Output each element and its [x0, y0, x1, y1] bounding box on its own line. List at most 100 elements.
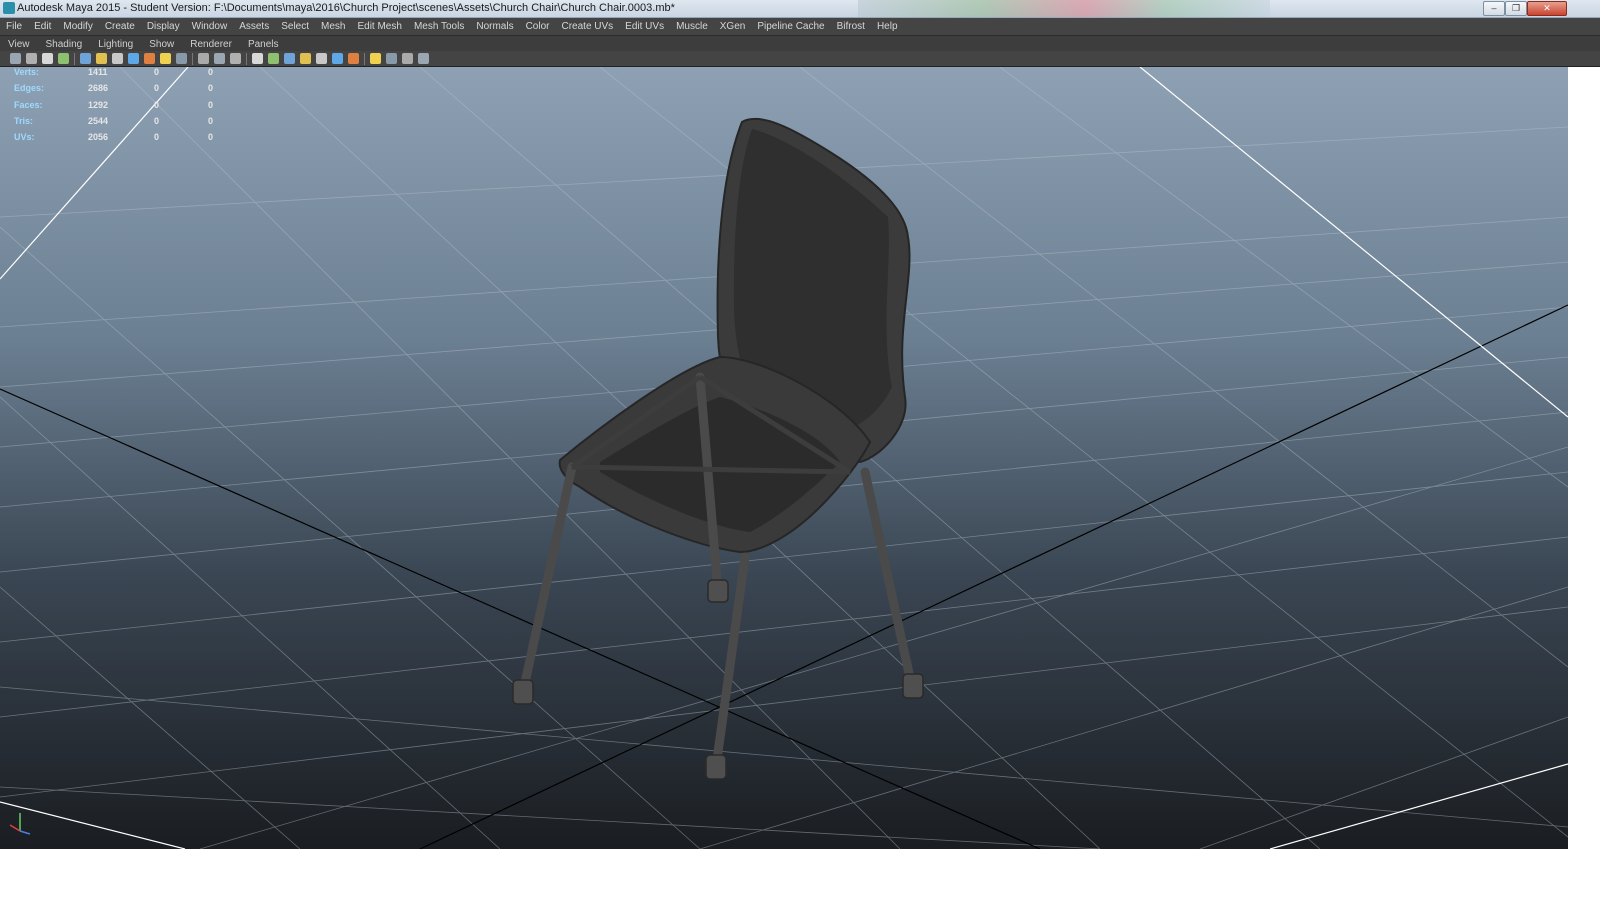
camera-icon[interactable]: [10, 53, 21, 64]
bookmark-icon[interactable]: [42, 53, 53, 64]
menu-item-create[interactable]: Create: [99, 21, 141, 32]
shadows-icon[interactable]: [284, 53, 295, 64]
hud-row: Verts: 1411 0 0: [14, 67, 234, 83]
toolbar-separator: [364, 52, 365, 65]
menu-item-create-uvs[interactable]: Create UVs: [555, 21, 619, 32]
film-gate-icon[interactable]: [96, 53, 107, 64]
hud-value: 0: [208, 115, 214, 126]
view-axis-gizmo: [9, 813, 31, 835]
anti-aliasing-icon[interactable]: [332, 53, 343, 64]
title-bar-background-decoration: [858, 0, 1270, 17]
hud-value: 2686: [88, 83, 109, 94]
menu-item-display[interactable]: Display: [141, 21, 186, 32]
panel-menu-show[interactable]: Show: [141, 39, 182, 50]
wireframe-icon[interactable]: [198, 53, 209, 64]
main-menu-bar: File Edit Modify Create Display Window Assets S…: [0, 18, 1600, 35]
menu-item-color[interactable]: Color: [520, 21, 556, 32]
hud-value: 2544: [88, 115, 109, 126]
menu-item-muscle[interactable]: Muscle: [670, 21, 714, 32]
z-axis-line: [419, 304, 1568, 849]
hud-value: 0: [208, 83, 214, 94]
panel-menu-lighting[interactable]: Lighting: [90, 39, 141, 50]
resolution-gate-icon[interactable]: [112, 53, 123, 64]
hud-label: Tris:: [14, 115, 34, 126]
toolbar-separator: [246, 52, 247, 65]
hud-value: 0: [208, 67, 214, 77]
x-axis-line: [0, 388, 1041, 849]
all-lights-icon[interactable]: [268, 53, 279, 64]
hud-value: 1292: [88, 99, 109, 110]
poly-count-hud: Verts: 1411 0 0 Edges: 2686 0 0 Faces: 1292 0 0 Tris…: [14, 67, 234, 148]
camera-frustum-line-right: [1139, 67, 1568, 418]
menu-item-bifrost[interactable]: Bifrost: [831, 21, 871, 32]
hud-value: 1411: [88, 67, 108, 77]
menu-item-help[interactable]: Help: [871, 21, 904, 32]
gate-mask-icon[interactable]: [128, 53, 139, 64]
menu-item-file[interactable]: File: [0, 21, 28, 32]
hud-row: Faces: 1292 0 0: [14, 100, 234, 116]
default-lighting-icon[interactable]: [252, 53, 263, 64]
grid-icon[interactable]: [80, 53, 91, 64]
panel-menu-renderer[interactable]: Renderer: [182, 39, 240, 50]
safe-title-icon[interactable]: [176, 53, 187, 64]
hud-label: UVs:: [14, 132, 35, 143]
menu-item-select[interactable]: Select: [275, 21, 315, 32]
menu-item-mesh-tools[interactable]: Mesh Tools: [408, 21, 470, 32]
smooth-shade-icon[interactable]: [214, 53, 225, 64]
xray-active-icon[interactable]: [418, 53, 429, 64]
hud-label: Verts:: [14, 67, 40, 77]
close-icon[interactable]: ✕: [1527, 1, 1567, 16]
hud-label: Faces:: [14, 99, 43, 110]
textured-icon[interactable]: [230, 53, 241, 64]
motion-blur-icon[interactable]: [316, 53, 327, 64]
menu-item-pipeline-cache[interactable]: Pipeline Cache: [751, 21, 830, 32]
hud-label: Edges:: [14, 83, 45, 94]
window-title: Autodesk Maya 2015 - Student Version: F:…: [17, 2, 675, 14]
panel-menu-view[interactable]: View: [0, 39, 38, 50]
hud-row: Edges: 2686 0 0: [14, 83, 234, 99]
toolbar-separator: [74, 52, 75, 65]
viewport-scene: [0, 67, 1568, 849]
menu-item-xgen[interactable]: XGen: [714, 21, 752, 32]
field-chart-icon[interactable]: [144, 53, 155, 64]
safe-action-icon[interactable]: [160, 53, 171, 64]
menu-item-mesh[interactable]: Mesh: [315, 21, 351, 32]
depth-of-field-icon[interactable]: [348, 53, 359, 64]
restore-icon[interactable]: ❐: [1505, 1, 1527, 16]
hud-value: 0: [154, 83, 160, 94]
hud-row: UVs: 2056 0 0: [14, 132, 234, 148]
right-edge-strip: [1568, 67, 1600, 849]
panel-menu-shading[interactable]: Shading: [38, 39, 91, 50]
camera-attributes-icon[interactable]: [26, 53, 37, 64]
menu-item-edit-mesh[interactable]: Edit Mesh: [351, 21, 407, 32]
menu-item-modify[interactable]: Modify: [57, 21, 98, 32]
maya-app-icon[interactable]: [3, 2, 15, 14]
hud-value: 0: [208, 99, 214, 110]
toolbar-separator: [192, 52, 193, 65]
hud-value: 0: [154, 99, 160, 110]
hud-value: 0: [208, 132, 214, 143]
hud-value: 2056: [88, 132, 109, 143]
camera-frustum-line-bottom-right: [1269, 763, 1568, 849]
title-bar: Autodesk Maya 2015 - Student Version: F:…: [0, 0, 1600, 18]
ambient-occlusion-icon[interactable]: [300, 53, 311, 64]
3d-viewport[interactable]: Verts: 1411 0 0 Edges: 2686 0 0 Faces: 1292 0 0 Tris…: [0, 67, 1569, 849]
panel-toolbar: [0, 51, 1600, 67]
hud-value: 0: [154, 132, 160, 143]
menu-item-normals[interactable]: Normals: [470, 21, 519, 32]
menu-item-edit[interactable]: Edit: [28, 21, 57, 32]
hud-row: Tris: 2544 0 0: [14, 116, 234, 132]
menu-item-window[interactable]: Window: [186, 21, 234, 32]
hud-value: 0: [154, 115, 160, 126]
image-plane-icon[interactable]: [58, 53, 69, 64]
panel-menu-panels[interactable]: Panels: [240, 39, 287, 50]
hud-value: 0: [154, 67, 160, 77]
menu-item-edit-uvs[interactable]: Edit UVs: [619, 21, 670, 32]
panel-menu-bar: View Shading Lighting Show Renderer Panels: [0, 35, 1600, 52]
minimize-icon[interactable]: –: [1483, 1, 1505, 16]
church-chair-model[interactable]: [512, 117, 924, 780]
xray-joints-icon[interactable]: [402, 53, 413, 64]
isolate-select-icon[interactable]: [370, 53, 381, 64]
xray-icon[interactable]: [386, 53, 397, 64]
menu-item-assets[interactable]: Assets: [233, 21, 275, 32]
